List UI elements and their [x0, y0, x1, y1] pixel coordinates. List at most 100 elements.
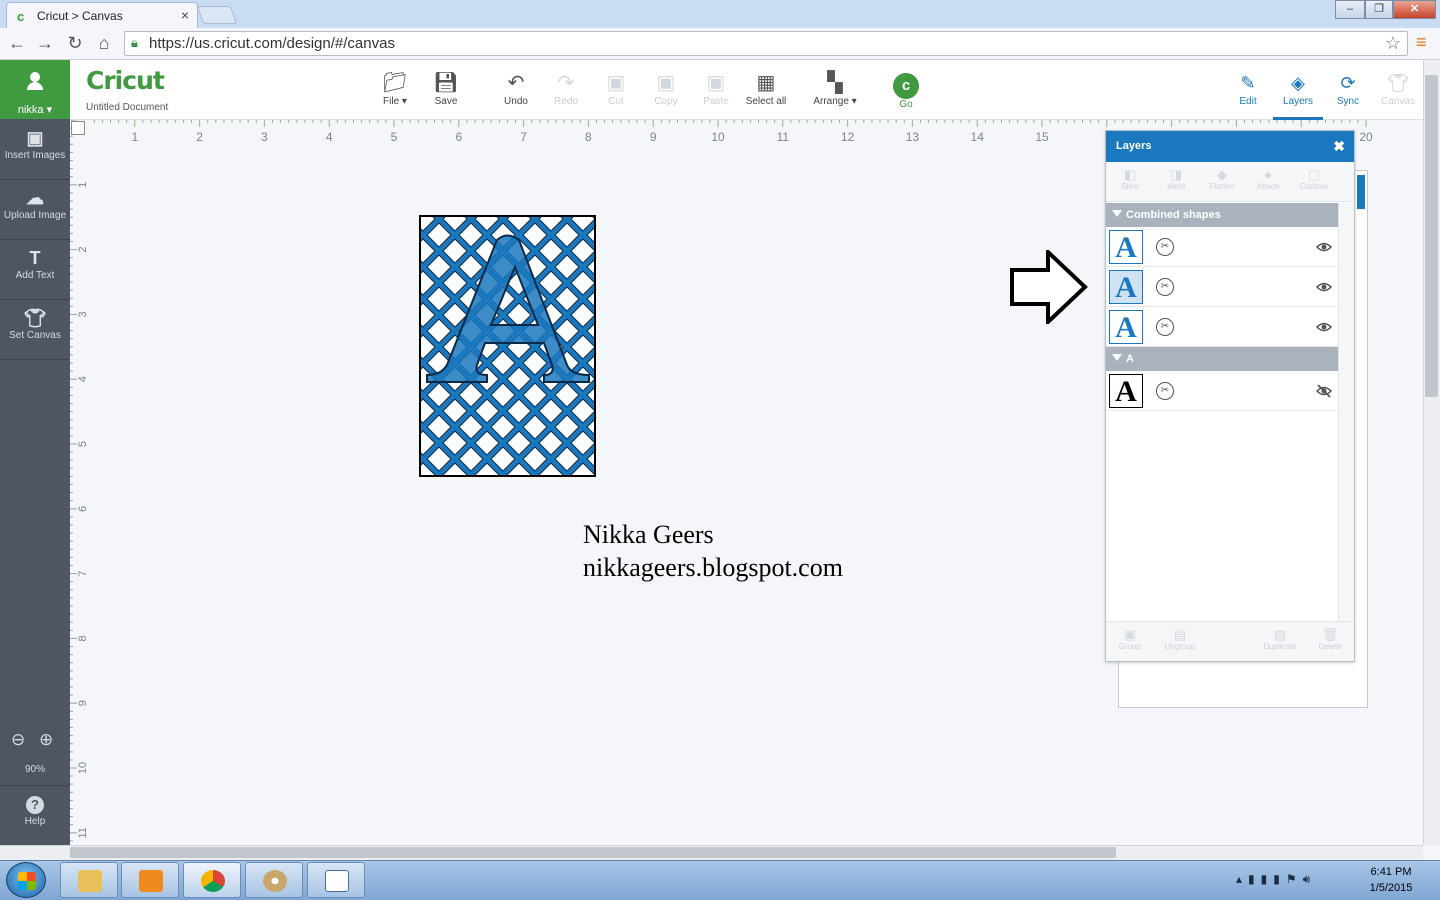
- slice-icon: ◧: [1123, 167, 1137, 182]
- undo-label: Undo: [504, 96, 528, 107]
- visibility-eye-icon[interactable]: [1316, 319, 1332, 335]
- taskbar-media-player[interactable]: [121, 862, 179, 898]
- ruler-label: 14: [971, 130, 985, 144]
- zoom-in-icon[interactable]: ⊕: [39, 730, 53, 750]
- ruler-label: 8: [585, 130, 592, 144]
- paste-button[interactable]: ▣ Paste: [688, 70, 744, 107]
- tab-layers[interactable]: ◈ Layers: [1273, 70, 1323, 107]
- help-button[interactable]: ? Help: [0, 785, 70, 835]
- horizontal-scroll-thumb[interactable]: [70, 847, 1116, 858]
- cut-button[interactable]: ▣ Cut: [588, 70, 644, 107]
- home-icon[interactable]: ⌂: [93, 32, 115, 54]
- close-tab-icon[interactable]: ×: [181, 7, 189, 23]
- sidebar-item-set-canvas[interactable]: 👕︎ Set Canvas: [0, 300, 70, 360]
- go-label: Go: [899, 99, 913, 110]
- contour-button[interactable]: ▢ Contour: [1292, 168, 1336, 192]
- minimize-button[interactable]: –: [1335, 0, 1365, 19]
- taskbar-chrome[interactable]: [183, 862, 241, 898]
- zoom-control: ⊖ ⊕ 90%: [0, 730, 70, 780]
- layer-row[interactable]: A ✂: [1106, 307, 1338, 347]
- ruler-label: 3: [261, 130, 268, 144]
- reload-icon[interactable]: ↻: [64, 32, 86, 54]
- taskbar-clock[interactable]: 6:41 PM 1/5/2015: [1352, 864, 1430, 896]
- go-button[interactable]: c Go: [878, 70, 934, 110]
- scissors-icon[interactable]: ✂: [1156, 238, 1174, 256]
- flatten-icon: ◆: [1217, 167, 1227, 182]
- taskbar-wordpad[interactable]: [307, 862, 365, 898]
- ruler-label: 6: [77, 506, 89, 512]
- layers-panel-header: Layers ✖: [1106, 131, 1354, 162]
- undo-icon: ↶: [507, 72, 525, 94]
- close-icon[interactable]: ✖: [1333, 138, 1345, 155]
- user-menu[interactable]: nikka ▾: [0, 60, 70, 119]
- slice-button[interactable]: ◧ Slice: [1108, 167, 1152, 192]
- forward-icon[interactable]: →: [34, 32, 56, 54]
- lattice-letter-design[interactable]: [419, 215, 596, 477]
- undo-button[interactable]: ↶ Undo: [488, 70, 544, 107]
- layer-group-combined-shapes[interactable]: Combined shapes: [1106, 203, 1338, 227]
- delete-button[interactable]: 🗑︎ Delete: [1308, 628, 1352, 652]
- scissors-icon[interactable]: ✂: [1156, 278, 1174, 296]
- redo-button[interactable]: ↷ Redo: [538, 70, 594, 107]
- attach-button[interactable]: ● Attach: [1246, 168, 1290, 192]
- layer-row[interactable]: A ✂: [1106, 371, 1338, 411]
- save-button[interactable]: 💾︎ Save: [418, 70, 474, 107]
- user-name: nikka ▾: [17, 104, 53, 116]
- layer-row[interactable]: A ✂: [1106, 267, 1338, 307]
- clock-date: 1/5/2015: [1369, 882, 1413, 894]
- tab-edit[interactable]: ✎ Edit: [1223, 70, 1273, 107]
- cut-label: Cut: [608, 96, 624, 107]
- user-avatar-icon: [27, 72, 43, 90]
- sidebar-item-insert-images[interactable]: ▣ Insert Images: [0, 120, 70, 180]
- visibility-eye-icon[interactable]: [1316, 279, 1332, 295]
- tab-canvas[interactable]: 👕︎ Canvas: [1373, 70, 1423, 107]
- start-button[interactable]: [6, 862, 46, 898]
- bookmark-star-icon[interactable]: ☆: [1385, 33, 1401, 54]
- maximize-button[interactable]: ❐: [1365, 0, 1393, 19]
- expand-triangle-icon[interactable]: [1112, 354, 1122, 361]
- browser-menu-icon[interactable]: ≡: [1416, 33, 1432, 51]
- upload-image-icon: ☁: [26, 188, 44, 208]
- document-name[interactable]: Untitled Document: [86, 102, 168, 113]
- ruler-label: 10: [77, 762, 89, 774]
- group-button[interactable]: ▣ Group: [1108, 628, 1152, 652]
- clock-time: 6:41 PM: [1370, 866, 1412, 878]
- taskbar-explorer[interactable]: [60, 862, 118, 898]
- flatten-button[interactable]: ◆ Flatten: [1200, 167, 1244, 192]
- select-all-button[interactable]: ▦ Select all: [738, 70, 794, 107]
- system-tray[interactable]: ▴▮▮▮⚑🔊︎: [1236, 872, 1316, 887]
- sidebar-item-upload-image[interactable]: ☁ Upload Image: [0, 180, 70, 240]
- back-icon[interactable]: ←: [6, 32, 28, 54]
- paste-icon: ▣: [706, 72, 726, 94]
- scissors-icon[interactable]: ✂: [1156, 318, 1174, 336]
- new-tab-button[interactable]: [196, 6, 238, 24]
- scissors-icon[interactable]: ✂: [1156, 382, 1174, 400]
- go-icon: c: [893, 73, 919, 99]
- ruler-label: 7: [520, 130, 527, 144]
- duplicate-button[interactable]: ▧ Duplicate: [1258, 628, 1302, 652]
- sidebar-item-label: Insert Images: [4, 150, 66, 161]
- copy-button[interactable]: ▣ Copy: [638, 70, 694, 107]
- zoom-out-icon[interactable]: ⊖: [11, 730, 25, 750]
- ungroup-button[interactable]: ▤ Ungroup: [1158, 628, 1202, 652]
- layer-row[interactable]: A ✂: [1106, 227, 1338, 267]
- select-all-label: Select all: [745, 96, 787, 107]
- hidden-eye-icon[interactable]: [1316, 383, 1332, 399]
- sidebar-item-add-text[interactable]: T Add Text: [0, 240, 70, 300]
- ruler-label: 12: [841, 130, 855, 144]
- weld-button[interactable]: ◨ Weld: [1154, 168, 1198, 192]
- expand-triangle-icon[interactable]: [1112, 210, 1122, 217]
- layer-group-a[interactable]: A: [1106, 347, 1338, 371]
- arrange-button[interactable]: ▚ Arrange ▾: [807, 70, 863, 107]
- chrome-icon: [201, 870, 225, 892]
- address-bar[interactable]: 🔒︎ https://us.cricut.com/design/#/canvas…: [124, 31, 1408, 56]
- file-button[interactable]: 📁︎ File ▾: [367, 70, 423, 107]
- taskbar-paint[interactable]: [245, 862, 303, 898]
- visibility-eye-icon[interactable]: [1316, 239, 1332, 255]
- layers-scrollbar[interactable]: [1338, 203, 1354, 623]
- browser-tab[interactable]: c Cricut > Canvas ×: [6, 2, 198, 28]
- close-window-button[interactable]: ✕: [1393, 0, 1436, 19]
- tab-sync[interactable]: ⟳ Sync: [1323, 70, 1373, 107]
- paste-label: Paste: [703, 96, 729, 107]
- vertical-scroll-thumb[interactable]: [1425, 75, 1438, 397]
